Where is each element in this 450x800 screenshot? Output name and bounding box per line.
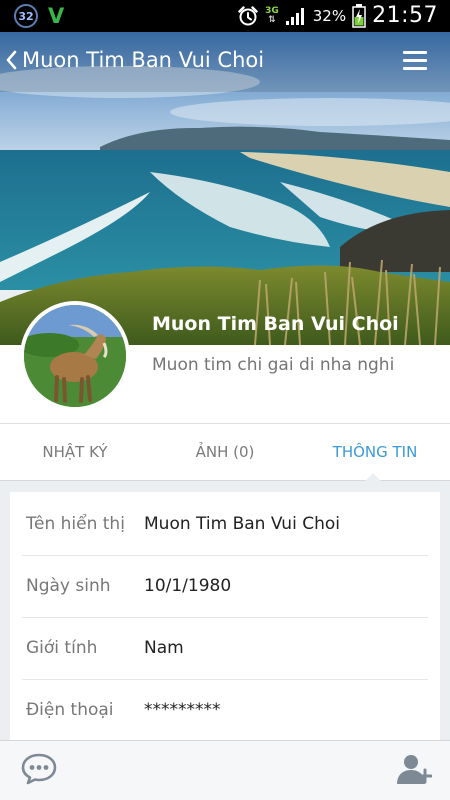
alarm-icon <box>238 5 258 25</box>
profile-status-text: Muon tim chi gai di nha nghi <box>152 355 395 375</box>
status-bar: 32 V 3G ⇅ 32% 21:57 <box>0 0 450 32</box>
info-list: Tên hiển thị Muon Tim Ban Vui Choi Ngày … <box>10 492 440 752</box>
info-label: Điện thoại <box>26 700 114 720</box>
info-value: Muon Tim Ban Vui Choi <box>144 514 340 534</box>
chat-bubble-icon[interactable] <box>20 752 58 786</box>
data-arrows-icon: ⇅ <box>268 14 276 25</box>
clock-time: 21:57 <box>372 3 438 28</box>
status-bar-left: 32 V <box>14 4 64 28</box>
info-value: ********* <box>144 700 221 720</box>
notification-count-badge: 32 <box>14 4 38 28</box>
battery-percent: 32% <box>312 6 347 25</box>
info-value: 10/1/1980 <box>144 576 232 596</box>
hamburger-menu-icon[interactable] <box>403 50 427 72</box>
info-label: Ngày sinh <box>26 576 111 596</box>
info-row-phone: Điện thoại ********* <box>10 680 440 742</box>
bottom-action-bar <box>0 740 450 800</box>
chevron-left-icon[interactable] <box>4 46 18 74</box>
info-row-display-name: Tên hiển thị Muon Tim Ban Vui Choi <box>10 494 440 556</box>
status-bar-right: 3G ⇅ 32% 21:57 <box>237 3 438 28</box>
avatar[interactable] <box>20 301 130 411</box>
goat-avatar-image <box>24 305 126 407</box>
profile-name: Muon Tim Ban Vui Choi <box>152 313 399 335</box>
app-bar-title[interactable]: Muon Tim Ban Vui Choi <box>22 48 264 72</box>
app-logo-icon: V <box>48 4 65 28</box>
network-indicator: 3G ⇅ <box>265 6 279 25</box>
info-label: Tên hiển thị <box>26 514 125 534</box>
info-value: Nam <box>144 638 184 658</box>
tab-diary[interactable]: NHẬT KÝ <box>0 424 150 481</box>
info-row-birthday: Ngày sinh 10/1/1980 <box>10 556 440 618</box>
info-row-gender: Giới tính Nam <box>10 618 440 680</box>
tab-photos[interactable]: ẢNH (0) <box>150 424 300 481</box>
battery-icon <box>352 3 366 28</box>
add-friend-icon[interactable] <box>396 752 432 786</box>
signal-icon <box>285 7 304 25</box>
profile-tabs: NHẬT KÝ ẢNH (0) THÔNG TIN <box>0 423 450 481</box>
info-label: Giới tính <box>26 638 98 658</box>
active-tab-indicator <box>364 473 382 482</box>
